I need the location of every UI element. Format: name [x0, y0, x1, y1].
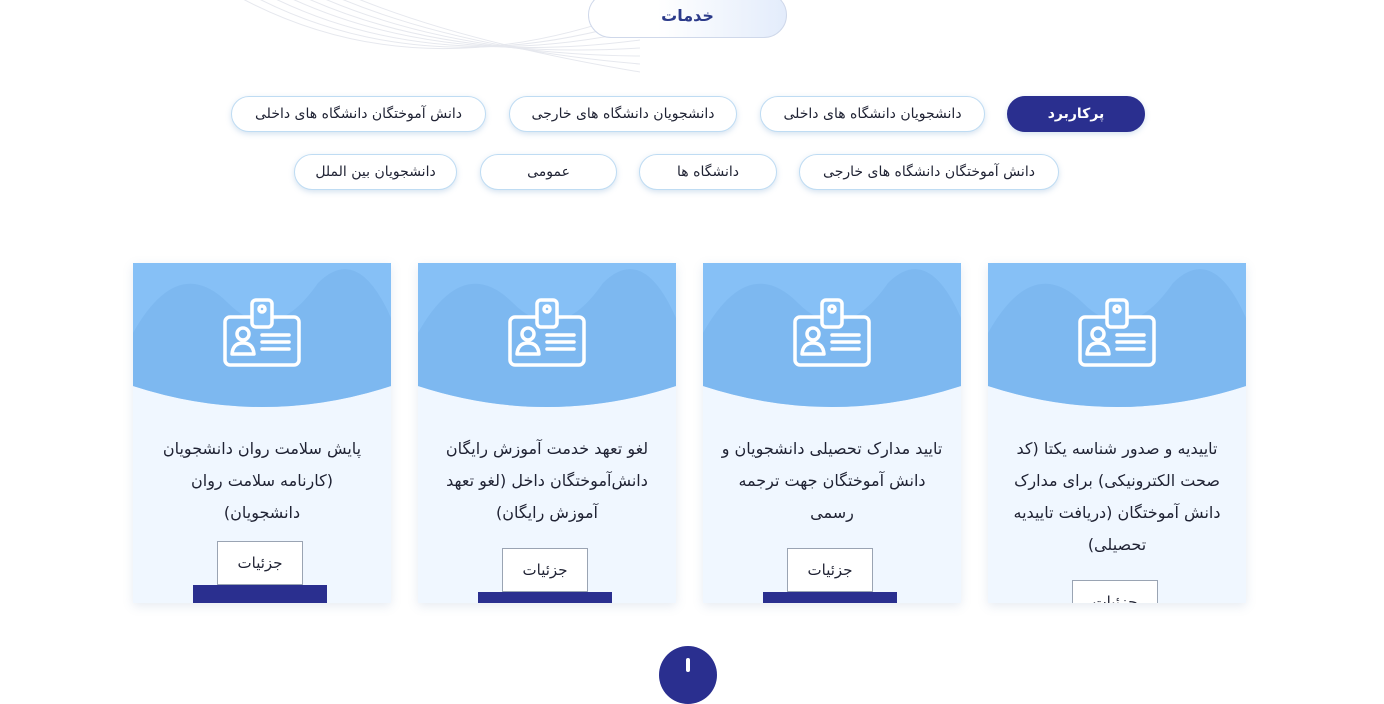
details-button[interactable]: جزئیات	[217, 541, 303, 585]
details-button[interactable]: جزئیات	[1072, 580, 1158, 603]
id-badge-icon	[793, 298, 871, 367]
id-badge-icon	[508, 298, 586, 367]
filter-chip-general[interactable]: عمومی	[480, 154, 617, 190]
filter-chip-domestic-students[interactable]: دانشجویان دانشگاه های داخلی	[760, 96, 985, 132]
id-badge-icon	[1078, 298, 1156, 367]
filter-chip-domestic-graduates[interactable]: دانش آموختگان دانشگاه های داخلی	[231, 96, 486, 132]
card-header	[988, 263, 1246, 408]
filter-chip-international-students[interactable]: دانشجویان بین الملل	[294, 154, 457, 190]
filter-chip-foreign-graduates[interactable]: دانش آموختگان دانشگاه های خارجی	[799, 154, 1059, 190]
card-title: تاییدیه و صدور شناسه یکتا (کد صحت الکترو…	[1013, 439, 1221, 554]
request-service-button[interactable]	[478, 592, 612, 603]
id-badge-icon	[223, 298, 301, 367]
service-card: تایید مدارک تحصیلی دانشجویان و دانش آموخ…	[703, 263, 961, 603]
card-header	[703, 263, 961, 408]
service-card: تاییدیه و صدور شناسه یکتا (کد صحت الکترو…	[988, 263, 1246, 603]
details-button[interactable]: جزئیات	[502, 548, 588, 592]
service-card: لغو تعهد خدمت آموزش رایگان دانش‌آموختگان…	[418, 263, 676, 603]
filter-chip-universities[interactable]: دانشگاه ها	[639, 154, 777, 190]
scroll-down-button[interactable]	[659, 646, 717, 704]
filter-chip-popular[interactable]: پرکاربرد	[1007, 96, 1145, 132]
filter-chip-foreign-students[interactable]: دانشجویان دانشگاه های خارجی	[509, 96, 737, 132]
arrow-down-icon	[686, 658, 690, 672]
request-service-button[interactable]	[193, 585, 327, 603]
card-title: تایید مدارک تحصیلی دانشجویان و دانش آموخ…	[721, 439, 943, 522]
service-card: پایش سلامت روان دانشجویان (کارنامه سلامت…	[133, 263, 391, 603]
section-title: خدمات	[588, 0, 787, 38]
card-header	[133, 263, 391, 408]
card-title: لغو تعهد خدمت آموزش رایگان دانش‌آموختگان…	[445, 439, 649, 522]
card-header	[418, 263, 676, 408]
card-title: پایش سلامت روان دانشجویان (کارنامه سلامت…	[162, 439, 362, 522]
request-service-button[interactable]	[763, 592, 897, 603]
decorative-arcs	[243, 0, 641, 73]
details-button[interactable]: جزئیات	[787, 548, 873, 592]
